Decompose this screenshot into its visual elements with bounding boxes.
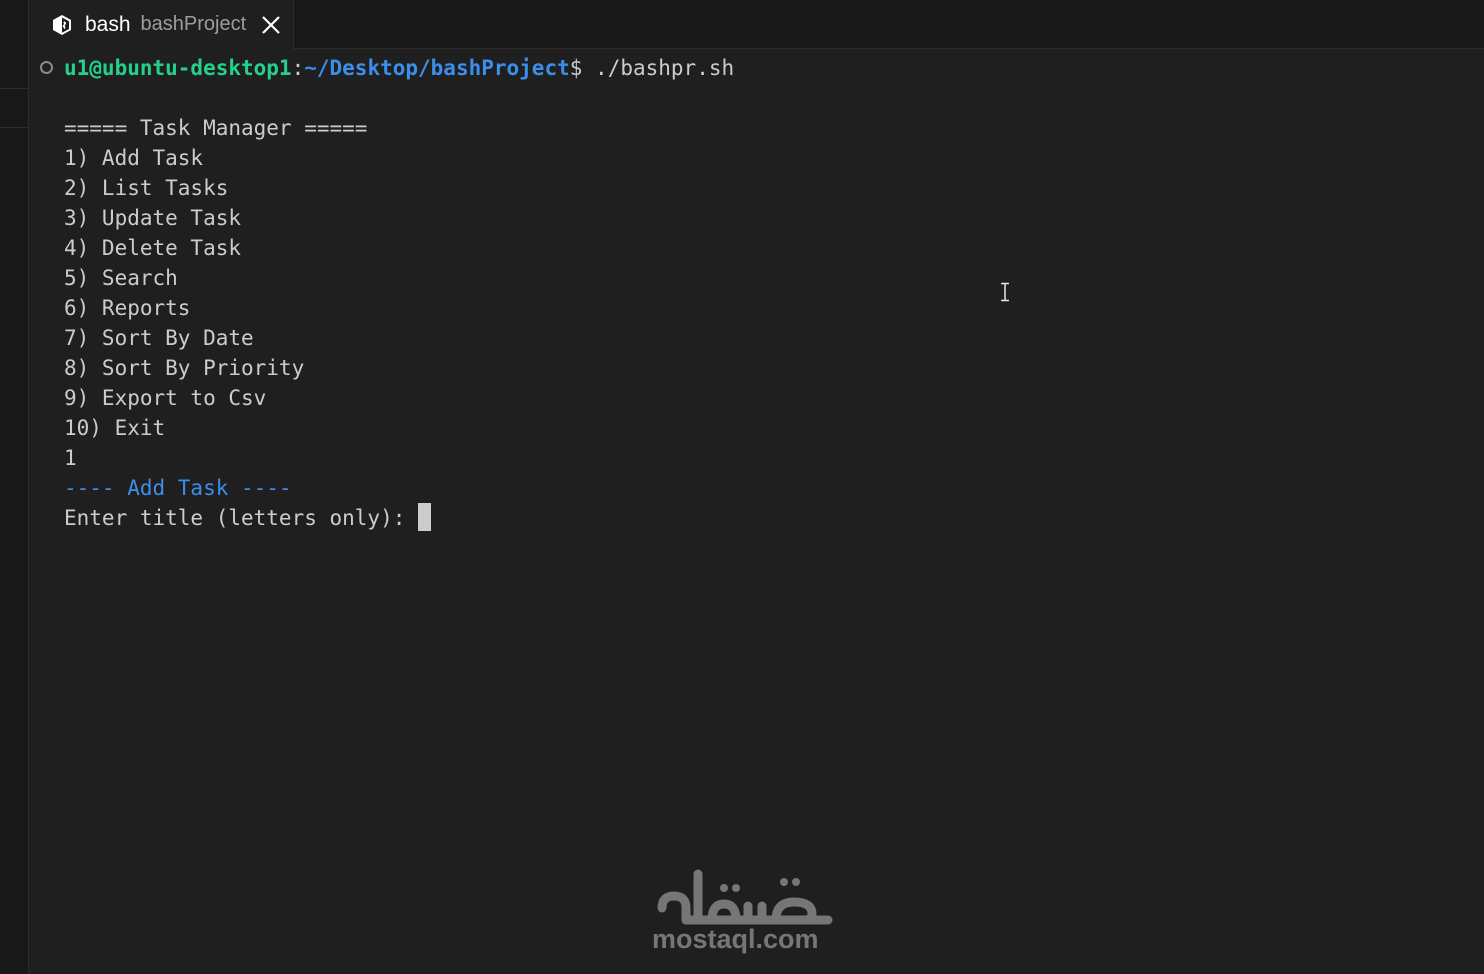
prompt-colon: : (291, 56, 305, 80)
input-line[interactable]: Enter title (letters only): (64, 502, 432, 533)
menu-item: 10) Exit (64, 416, 166, 440)
menu-item: 1) Add Task (64, 146, 204, 170)
mostaql-watermark: mostaql.com (650, 864, 835, 956)
terminal-output[interactable]: u1@ubuntu-desktop1:~/Desktop/bashProject… (29, 49, 1484, 974)
terminal-tab-bar: bash bashProject (29, 0, 1484, 49)
menu-item: 4) Delete Task (64, 236, 242, 260)
command-decoration-icon[interactable] (40, 61, 53, 74)
terminal-tab-bash[interactable]: bash bashProject (29, 0, 294, 49)
menu-header: ===== Task Manager ===== (64, 116, 368, 140)
prompt-path: ~/Desktop/bashProject (304, 56, 570, 80)
side-panel-edge (0, 0, 29, 974)
section-header: ---- Add Task ---- (64, 476, 292, 500)
tab-description: bashProject (140, 13, 247, 35)
user-choice: 1 (64, 446, 77, 470)
mostaql-logo-icon (657, 869, 833, 925)
watermark-site: mostaql.com (652, 924, 819, 954)
prompt-line: u1@ubuntu-desktop1:~/Desktop/bashProject… (64, 53, 734, 83)
menu-item: 3) Update Task (64, 206, 242, 230)
input-prompt: Enter title (letters only): (64, 506, 419, 530)
terminal-cursor (418, 502, 432, 531)
menu-item: 2) List Tasks (64, 176, 229, 200)
prompt-user-host: u1@ubuntu-desktop1 (64, 56, 292, 80)
menu-item: 7) Sort By Date (64, 326, 254, 350)
tab-title: bash (85, 12, 131, 36)
prompt-command: ./bashpr.sh (582, 56, 735, 80)
terminal-bash-icon (51, 14, 73, 36)
menu-item: 6) Reports (64, 296, 191, 320)
text-cursor-icon (1001, 282, 1009, 302)
menu-item: 8) Sort By Priority (64, 356, 305, 380)
menu-item: 5) Search (64, 266, 178, 290)
side-panel-divider (0, 88, 28, 128)
prompt-dollar: $ (569, 56, 583, 80)
close-icon[interactable] (260, 14, 282, 36)
menu-item: 9) Export to Csv (64, 386, 267, 410)
